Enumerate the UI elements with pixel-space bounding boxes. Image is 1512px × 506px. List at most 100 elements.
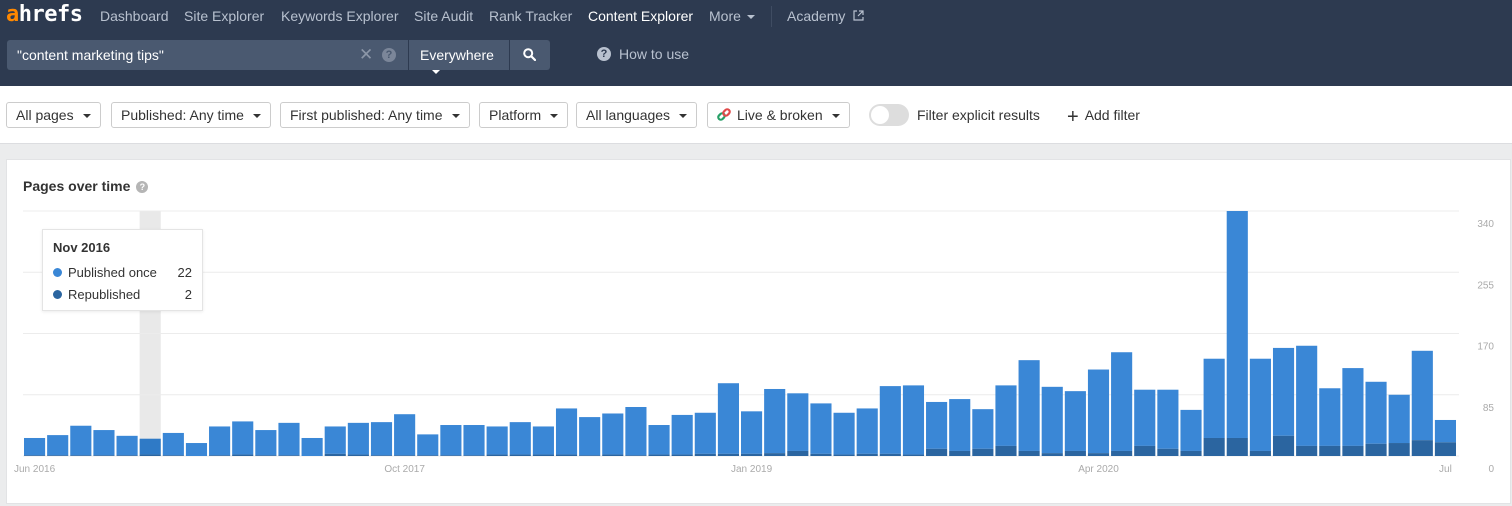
nav-site-audit[interactable]: Site Audit xyxy=(414,8,473,24)
tooltip-title: Nov 2016 xyxy=(53,240,111,255)
bar-published-once xyxy=(139,438,161,455)
x-tick-label: Oct 2017 xyxy=(384,464,425,475)
bar-republished xyxy=(694,453,716,456)
nav-site-explorer[interactable]: Site Explorer xyxy=(184,8,264,24)
bar-republished xyxy=(1018,450,1040,456)
bar-republished xyxy=(1342,445,1364,456)
search-bar: ✕ ? Everywhere xyxy=(7,40,550,75)
bar-republished xyxy=(787,450,809,456)
bar-republished xyxy=(232,454,254,456)
tooltip-row: Republished 2 xyxy=(53,283,192,305)
languages-filter[interactable]: All languages xyxy=(576,102,698,128)
nav-keywords-explorer[interactable]: Keywords Explorer xyxy=(281,8,399,24)
bar-published-once xyxy=(394,414,416,456)
y-tick-label: 170 xyxy=(1477,342,1494,353)
bar-published-once xyxy=(116,435,138,456)
platform-filter[interactable]: Platform xyxy=(479,102,569,128)
bar-published-once xyxy=(787,393,809,451)
add-filter-button[interactable]: + Add filter xyxy=(1067,106,1140,129)
bar-published-once xyxy=(1018,360,1040,451)
published-filter[interactable]: Published: Any time xyxy=(111,102,271,128)
bar-published-once xyxy=(1434,419,1456,443)
nav-more-label: More xyxy=(709,8,741,24)
nav-rank-tracker[interactable]: Rank Tracker xyxy=(489,8,572,24)
tooltip-value: 2 xyxy=(184,286,192,302)
nav-academy-link[interactable]: Academy xyxy=(787,8,864,24)
first-published-filter[interactable]: First published: Any time xyxy=(280,102,470,128)
bar-republished xyxy=(741,453,763,456)
bar-republished xyxy=(209,455,231,456)
tooltip-row: Published once 22 xyxy=(53,261,192,283)
bar-republished xyxy=(1157,448,1179,456)
nav-dashboard[interactable]: Dashboard xyxy=(100,8,169,24)
bar-republished xyxy=(1388,443,1410,456)
card-title: Pages over time? xyxy=(23,178,149,194)
y-tick-label: 85 xyxy=(1483,403,1495,414)
bar-published-once xyxy=(463,425,485,456)
bar-republished xyxy=(347,454,369,456)
bar-published-once xyxy=(949,399,971,451)
bar-republished xyxy=(833,454,855,456)
bar-published-once xyxy=(1064,391,1086,451)
bar-republished xyxy=(1365,443,1387,456)
bar-republished xyxy=(1411,440,1433,456)
bar-published-once xyxy=(440,425,462,456)
bar-republished xyxy=(1111,450,1133,456)
published-label: Published: Any time xyxy=(121,107,244,123)
x-tick-label: Jun 2016 xyxy=(14,464,56,475)
tooltip-value: 22 xyxy=(177,264,192,280)
bar-published-once xyxy=(24,437,46,456)
help-icon[interactable]: ? xyxy=(382,48,396,62)
bar-published-once xyxy=(972,409,994,449)
nav-content-explorer[interactable]: Content Explorer xyxy=(588,8,693,24)
bar-republished xyxy=(162,455,184,456)
live-broken-filter[interactable]: Live & broken xyxy=(707,102,850,128)
bar-published-once xyxy=(995,385,1017,446)
bar-republished xyxy=(1203,437,1225,456)
bar-published-once xyxy=(47,435,69,456)
bar-republished xyxy=(1180,450,1202,456)
bar-republished xyxy=(671,454,693,456)
filter-explicit-toggle[interactable] xyxy=(869,104,909,126)
clear-icon[interactable]: ✕ xyxy=(359,45,373,65)
bar-published-once xyxy=(370,422,393,456)
bar-republished xyxy=(24,455,46,456)
logo-text: hrefs xyxy=(18,2,83,27)
all-pages-filter[interactable]: All pages xyxy=(6,102,101,128)
search-scope-dropdown[interactable]: Everywhere xyxy=(409,40,509,75)
how-to-use-link[interactable]: ? How to use xyxy=(597,46,689,62)
bar-published-once xyxy=(1226,211,1248,438)
search-input[interactable] xyxy=(17,47,337,63)
nav-more-dropdown[interactable]: More xyxy=(709,8,755,24)
bar-republished xyxy=(1064,450,1086,456)
add-filter-label: Add filter xyxy=(1084,107,1140,123)
bar-republished xyxy=(463,455,485,456)
bar-republished xyxy=(278,455,300,456)
search-button[interactable] xyxy=(510,40,550,70)
bar-republished xyxy=(1434,442,1456,456)
help-icon[interactable]: ? xyxy=(136,181,149,193)
bar-republished xyxy=(1087,453,1110,456)
filter-explicit-label: Filter explicit results xyxy=(917,107,1040,123)
external-link-icon xyxy=(853,10,864,21)
ahrefs-logo[interactable]: ahrefs xyxy=(6,2,83,27)
x-tick-label: Jul xyxy=(1439,464,1452,475)
y-tick-label: 340 xyxy=(1477,219,1494,230)
bar-republished xyxy=(139,454,161,456)
top-navigation-bar: ahrefs Dashboard Site Explorer Keywords … xyxy=(0,0,1512,86)
bar-republished xyxy=(486,454,508,456)
bar-published-once xyxy=(324,426,346,454)
bar-published-once xyxy=(1203,358,1225,438)
bar-published-once xyxy=(579,417,601,456)
bar-republished xyxy=(555,454,578,456)
bar-published-once xyxy=(1272,347,1295,436)
bar-published-once xyxy=(1087,369,1110,454)
bar-published-once xyxy=(509,422,531,455)
pages-over-time-card: 0 85 170 255 340 Jun 2016 Oct 2017 Jan 2019 Apr … xyxy=(6,159,1511,504)
bar-republished xyxy=(47,455,69,456)
link-icon xyxy=(717,108,731,121)
bar-republished xyxy=(1296,445,1318,456)
bar-republished xyxy=(648,454,670,456)
chevron-down-icon xyxy=(252,114,261,119)
chevron-down-icon xyxy=(831,114,840,119)
